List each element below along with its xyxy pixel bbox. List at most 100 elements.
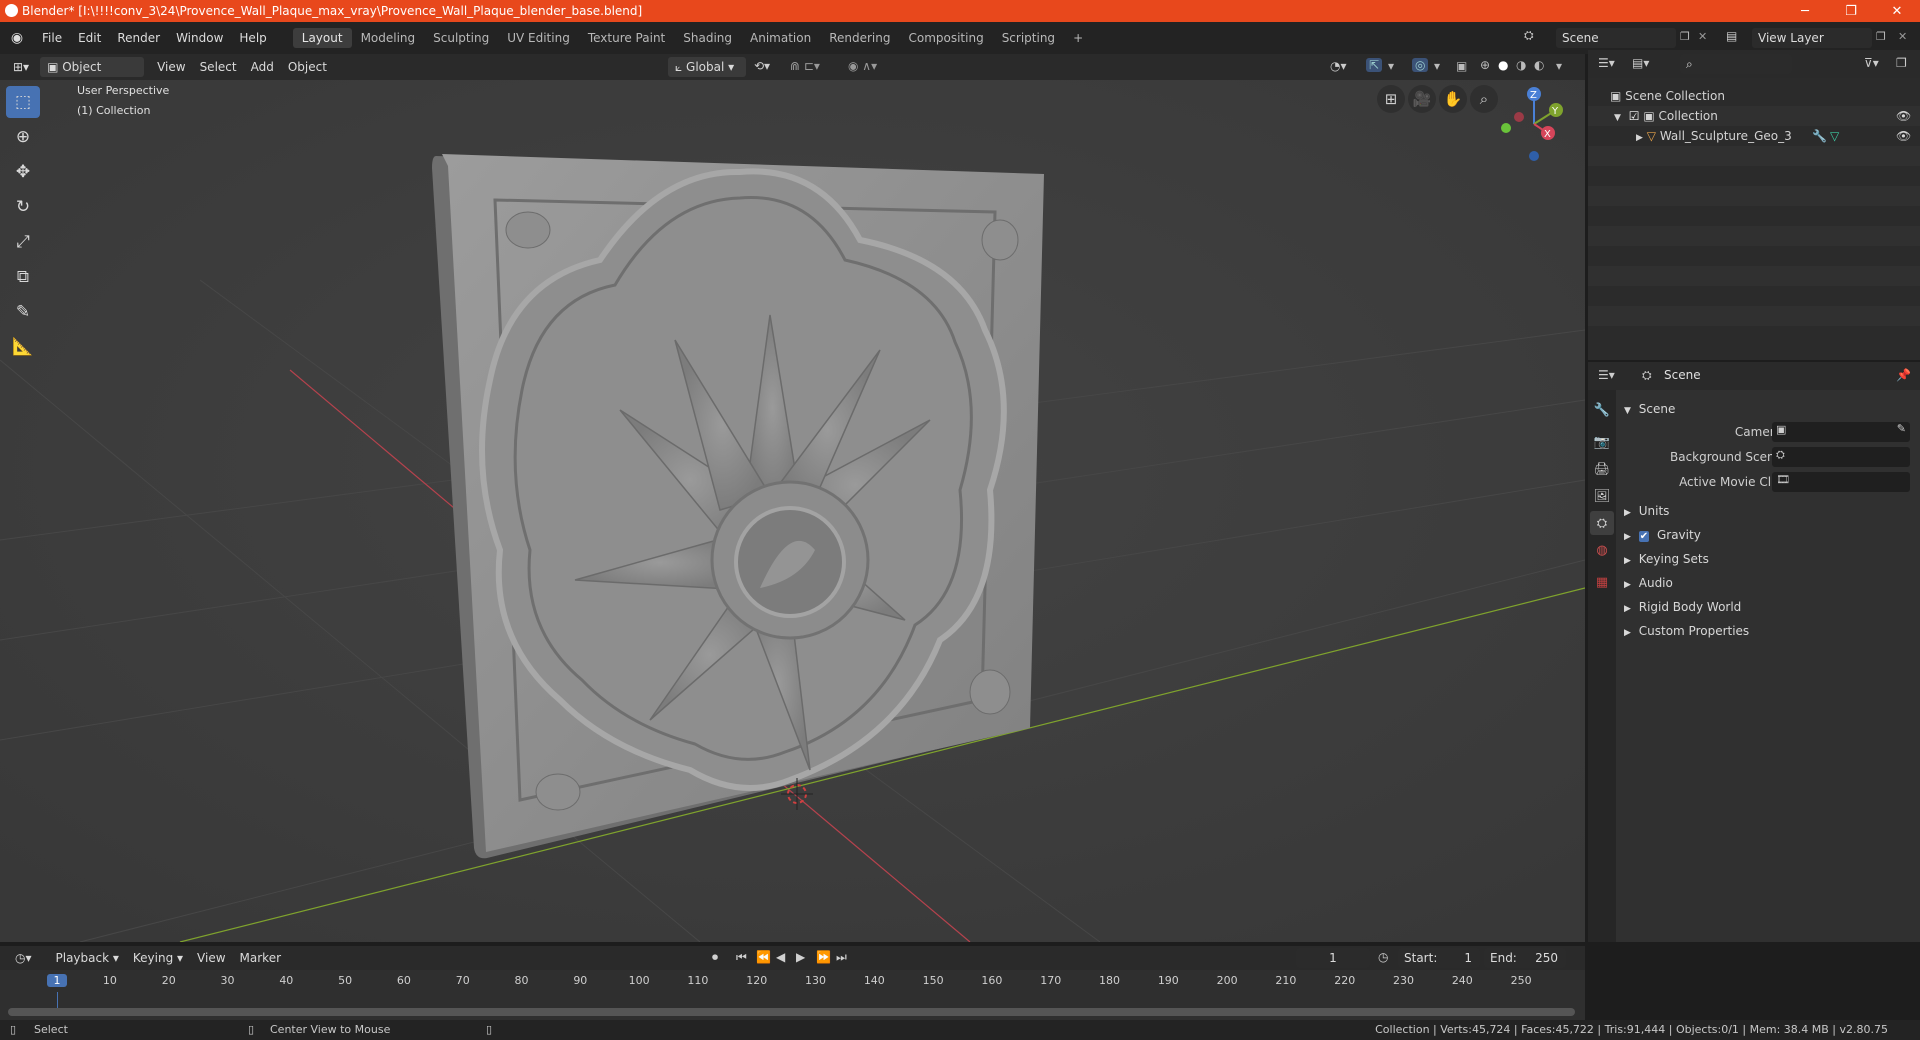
pin-icon[interactable]: 📌 — [1896, 368, 1911, 382]
end-frame-field[interactable]: End: 250 — [1484, 948, 1566, 968]
overlay-toggle-icon[interactable]: ◎ — [1412, 58, 1429, 72]
tab-rendering[interactable]: Rendering — [820, 28, 899, 48]
camera-view-icon[interactable]: 🎥 — [1408, 85, 1436, 113]
pan-view-icon[interactable]: ✋ — [1439, 85, 1467, 113]
collection-checkbox[interactable]: ☑ — [1629, 109, 1640, 123]
collection-visibility-icon[interactable]: 👁 — [1896, 106, 1911, 126]
maximize-button[interactable]: ❐ — [1828, 0, 1874, 22]
gizmo-dropdown-icon[interactable]: ▾ — [1388, 59, 1394, 73]
current-frame-field[interactable]: 1 — [1296, 948, 1370, 968]
tab-scripting[interactable]: Scripting — [993, 28, 1064, 48]
shading-dropdown-icon[interactable]: ▾ — [1556, 59, 1562, 73]
texture-tab-icon[interactable]: ▦ — [1590, 570, 1614, 594]
tab-shading[interactable]: Shading — [674, 28, 741, 48]
world-tab-icon[interactable]: ◍ — [1590, 538, 1614, 562]
outliner-row-collection[interactable]: ▼ ☑ ▣ Collection 👁 — [1588, 106, 1920, 126]
gravity-panel-header[interactable]: ▶ ✔ Gravity — [1620, 524, 1916, 546]
rotate-tool-icon[interactable]: ↻ — [6, 191, 40, 223]
preview-range-icon[interactable]: ◷ — [1378, 950, 1388, 964]
new-scene-icon[interactable]: ❐ — [1680, 30, 1690, 43]
outliner-row-object[interactable]: ▶ ▽ Wall_Sculpture_Geo_3 🔧 ▽ 👁 — [1588, 126, 1920, 146]
rendered-shading-icon[interactable]: ◐ — [1534, 58, 1544, 72]
toggle-ortho-icon[interactable]: ⊞ — [1377, 85, 1405, 113]
delete-scene-icon[interactable]: ✕ — [1698, 30, 1707, 43]
start-frame-field[interactable]: Start: 1 — [1398, 948, 1480, 968]
record-icon[interactable]: ⏺ — [712, 950, 718, 965]
background-scene-field[interactable]: ⛭ — [1772, 447, 1910, 467]
add-workspace-button[interactable]: + — [1064, 28, 1092, 48]
properties-editor-type-icon[interactable]: ☰▾ — [1598, 368, 1615, 382]
3d-viewport[interactable]: User Perspective (1) Collection ⊞ 🎥 ✋ ⌕ … — [0, 80, 1585, 942]
eyedropper-icon[interactable]: ✎ — [1897, 422, 1906, 435]
view-layer-browse-icon[interactable]: ▤ — [1726, 29, 1737, 43]
select-box-tool-icon[interactable]: ⬚ — [6, 86, 40, 118]
rigid-body-world-panel-header[interactable]: ▶ Rigid Body World — [1620, 596, 1916, 618]
menu-keying[interactable]: Keying ▾ — [126, 948, 190, 968]
tab-modeling[interactable]: Modeling — [352, 28, 425, 48]
jump-end-icon[interactable]: ⏭ — [836, 950, 847, 965]
menu-playback[interactable]: Playback ▾ — [49, 948, 126, 968]
units-panel-header[interactable]: ▶ Units — [1620, 500, 1916, 522]
snap-icon[interactable]: ⋒ ⊏▾ — [790, 59, 820, 73]
expand-collection-icon[interactable]: ▼ — [1614, 113, 1621, 123]
render-tab-icon[interactable]: 📷 — [1590, 430, 1614, 454]
jump-keyframe-back-icon[interactable]: ⏪ — [756, 950, 771, 964]
minimize-button[interactable]: ─ — [1782, 0, 1828, 22]
audio-panel-header[interactable]: ▶ Audio — [1620, 572, 1916, 594]
play-reverse-icon[interactable]: ◀ — [776, 950, 785, 964]
play-icon[interactable]: ▶ — [796, 950, 805, 964]
mode-selector[interactable]: ▣ Object Mode ▾ — [40, 57, 145, 94]
pivot-point-icon[interactable]: ⟲▾ — [754, 59, 770, 73]
display-mode-icon[interactable]: ▤▾ — [1632, 56, 1649, 70]
camera-field[interactable]: ▣ ✎ — [1772, 422, 1910, 442]
scene-selector[interactable]: Scene — [1556, 28, 1676, 48]
new-view-layer-icon[interactable]: ❐ — [1876, 30, 1886, 43]
menu-render[interactable]: Render — [109, 28, 168, 48]
keying-sets-panel-header[interactable]: ▶ Keying Sets — [1620, 548, 1916, 570]
tab-texture-paint[interactable]: Texture Paint — [579, 28, 674, 48]
jump-keyframe-forward-icon[interactable]: ⏩ — [816, 950, 831, 964]
blender-menu-icon[interactable]: ◉ — [0, 30, 34, 46]
menu-file[interactable]: File — [34, 28, 70, 48]
modifier-icon[interactable]: 🔧 — [1812, 126, 1827, 146]
menu-timeline-view[interactable]: View — [190, 948, 232, 968]
outliner-editor-type-icon[interactable]: ☰▾ — [1598, 56, 1615, 70]
output-tab-icon[interactable]: 🖨 — [1590, 457, 1614, 481]
scale-tool-icon[interactable]: ⤢ — [6, 226, 40, 258]
transform-orientation[interactable]: ⟀ Global ▾ — [668, 57, 746, 77]
annotate-tool-icon[interactable]: ✎ — [6, 296, 40, 328]
menu-edit[interactable]: Edit — [70, 28, 109, 48]
gizmo-toggle-icon[interactable]: ⇱ — [1366, 58, 1383, 72]
frame-ruler[interactable]: 1 10 20 30 40 50 60 70 80 90 100 110 120 130 140 150 160… — [0, 970, 1585, 992]
custom-properties-panel-header[interactable]: ▶ Custom Properties — [1620, 620, 1916, 642]
delete-view-layer-icon[interactable]: ✕ — [1898, 30, 1907, 43]
timeline-editor-type-icon[interactable]: ◷▾ — [8, 948, 39, 968]
transform-tool-icon[interactable]: ⧉ — [6, 261, 40, 293]
menu-add[interactable]: Add — [244, 57, 281, 77]
active-movie-clip-field[interactable]: 🎞 — [1772, 472, 1910, 492]
wireframe-shading-icon[interactable]: ⊕ — [1480, 58, 1490, 72]
editor-type-icon[interactable]: ⊞▾ — [6, 57, 36, 77]
timeline[interactable]: 1 10 20 30 40 50 60 70 80 90 100 110 120 130 140 150 160… — [0, 970, 1585, 1020]
jump-start-icon[interactable]: ⏮ — [736, 950, 747, 965]
filter-icon[interactable]: ⊽▾ — [1864, 56, 1879, 70]
tab-animation[interactable]: Animation — [741, 28, 820, 48]
solid-shading-icon[interactable]: ● — [1498, 58, 1508, 72]
gravity-checkbox[interactable]: ✔ — [1638, 531, 1650, 542]
scene-panel-header[interactable]: ▼ Scene — [1620, 398, 1916, 420]
material-shading-icon[interactable]: ◑ — [1516, 58, 1526, 72]
tab-layout[interactable]: Layout — [292, 28, 352, 48]
orientation-gizmo[interactable]: Z Y X — [1494, 84, 1574, 164]
menu-marker[interactable]: Marker — [233, 948, 288, 968]
view-layer-tab-icon[interactable]: 🖼 — [1590, 484, 1614, 508]
tab-uv-editing[interactable]: UV Editing — [498, 28, 579, 48]
measure-tool-icon[interactable]: 📐 — [6, 331, 40, 363]
move-tool-icon[interactable]: ✥ — [6, 156, 40, 188]
expand-object-icon[interactable]: ▶ — [1636, 133, 1643, 143]
view-layer-selector[interactable]: View Layer — [1752, 28, 1872, 48]
cursor-tool-icon[interactable]: ⊕ — [6, 121, 40, 153]
close-button[interactable]: ✕ — [1874, 0, 1920, 22]
xray-icon[interactable]: ▣ — [1456, 59, 1467, 73]
menu-window[interactable]: Window — [168, 28, 231, 48]
outliner-search-input[interactable]: ⌕ — [1680, 54, 1792, 74]
